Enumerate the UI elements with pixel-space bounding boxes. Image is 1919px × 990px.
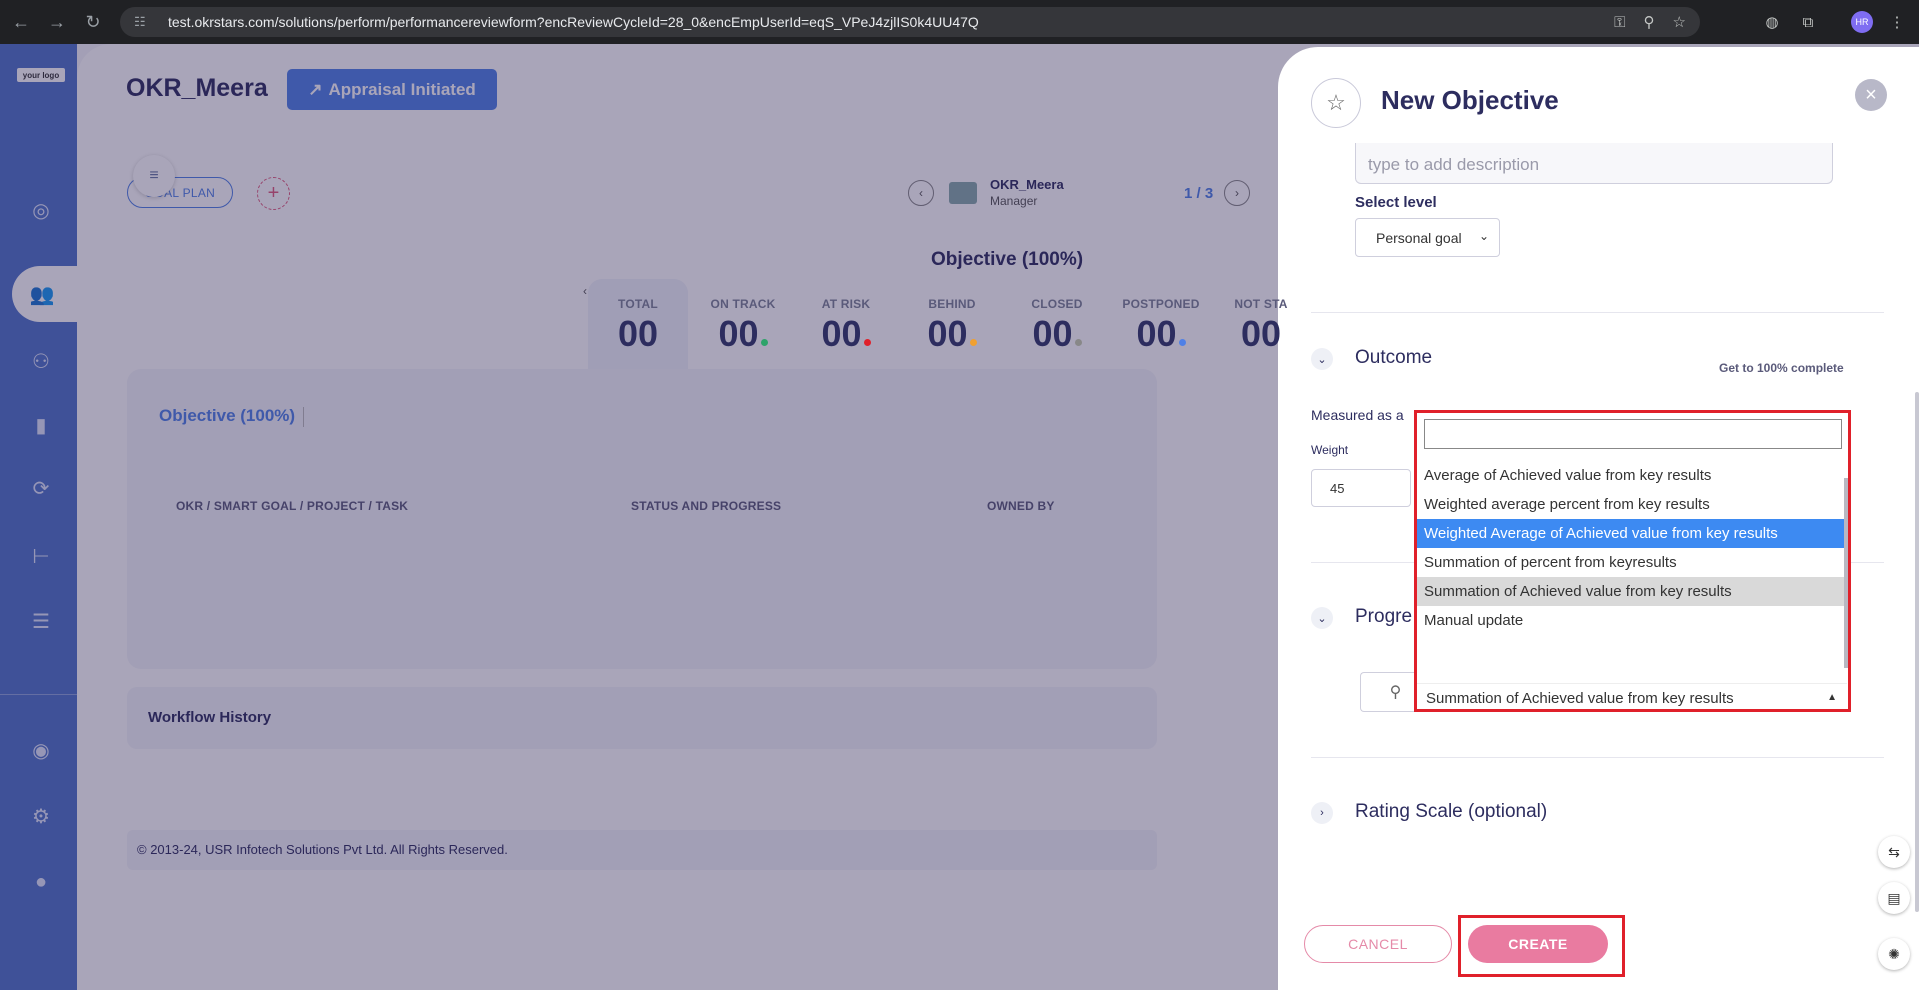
- stat-label: POSTPONED: [1122, 297, 1200, 311]
- stat-label: CLOSED: [1031, 297, 1083, 311]
- stat-label: ON TRACK: [710, 297, 776, 311]
- extension-icon[interactable]: ◍: [1759, 9, 1785, 35]
- progress-title: Progre: [1355, 606, 1413, 627]
- status-dot: [1074, 339, 1082, 346]
- back-icon[interactable]: ←: [6, 7, 36, 37]
- dropdown-search-input[interactable]: [1424, 419, 1842, 449]
- bookmark-star-icon[interactable]: ☆: [1673, 13, 1686, 31]
- stat-value: 00: [617, 313, 659, 354]
- dropdown-scrollbar[interactable]: [1844, 478, 1848, 668]
- chevron-down-icon: ⌄: [1478, 229, 1489, 243]
- dropdown-option[interactable]: Summation of percent from keyresults: [1417, 548, 1847, 577]
- translate-icon[interactable]: ⇆: [1878, 836, 1910, 868]
- forward-icon[interactable]: →: [42, 7, 72, 37]
- level-select[interactable]: Personal goal ⌄: [1355, 218, 1500, 257]
- chevron-down-icon[interactable]: ⌄: [1311, 348, 1333, 370]
- stat-at-risk[interactable]: AT RISK 00: [796, 297, 896, 355]
- reload-icon[interactable]: ↻: [78, 7, 108, 37]
- extensions-puzzle-icon[interactable]: ⧉: [1795, 9, 1821, 35]
- outcome-title: Outcome: [1355, 347, 1433, 368]
- measured-as-select[interactable]: Summation of Achieved value from key res…: [1417, 683, 1847, 713]
- password-key-icon[interactable]: ⚿: [1614, 14, 1625, 31]
- stat-behind[interactable]: BEHIND 00: [902, 297, 1002, 355]
- stat-label: AT RISK: [821, 297, 871, 311]
- panel-title: New Objective: [1381, 85, 1559, 115]
- status-dot: [969, 339, 977, 346]
- dropdown-option[interactable]: Manual update: [1417, 606, 1847, 635]
- status-dot: [760, 339, 768, 346]
- site-settings-icon[interactable]: ☷: [134, 14, 156, 30]
- stat-value: 00: [927, 313, 968, 354]
- outcome-note: Get to 100% complete: [1719, 361, 1844, 375]
- status-dot: [1178, 339, 1186, 346]
- stat-label: NOT STA: [1234, 297, 1288, 311]
- stat-postponed[interactable]: POSTPONED 00: [1111, 297, 1211, 355]
- stat-on-track[interactable]: ON TRACK 00: [693, 297, 793, 355]
- description-input[interactable]: type to add description: [1355, 143, 1833, 184]
- create-highlight: [1458, 915, 1625, 977]
- stat-label: BEHIND: [928, 297, 976, 311]
- browser-menu-icon[interactable]: ⋮: [1884, 9, 1910, 35]
- panel-scrollbar[interactable]: [1915, 392, 1919, 912]
- weight-label: Weight: [1311, 443, 1349, 457]
- reader-icon[interactable]: ▤: [1878, 882, 1910, 914]
- chevron-right-icon[interactable]: ›: [1311, 802, 1333, 824]
- stat-value: 00: [1136, 313, 1177, 354]
- stat-value: 00: [821, 313, 862, 354]
- status-dot: [863, 339, 871, 346]
- address-bar[interactable]: ☷ test.okrstars.com/solutions/perform/pe…: [120, 7, 1700, 37]
- measured-label: Measured as a: [1311, 407, 1404, 423]
- dropdown-option[interactable]: Weighted Average of Achieved value from …: [1417, 519, 1847, 548]
- cancel-button[interactable]: CANCEL: [1304, 925, 1452, 963]
- caret-up-icon: ▲: [1827, 692, 1837, 703]
- stat-total[interactable]: TOTAL 00: [588, 297, 688, 355]
- stat-not-sta[interactable]: NOT STA 00: [1211, 297, 1311, 355]
- dropdown-option[interactable]: Average of Achieved value from key resul…: [1417, 461, 1847, 490]
- weight-input[interactable]: 45: [1311, 469, 1411, 507]
- profile-avatar[interactable]: HR: [1849, 9, 1875, 35]
- dropdown-option[interactable]: Weighted average percent from key result…: [1417, 490, 1847, 519]
- dropdown-option[interactable]: Summation of Achieved value from key res…: [1417, 577, 1847, 606]
- close-icon[interactable]: ×: [1855, 79, 1887, 111]
- stat-value: 00: [1032, 313, 1073, 354]
- zoom-icon[interactable]: ⚲: [1644, 13, 1655, 31]
- stat-closed[interactable]: CLOSED 00: [1007, 297, 1107, 355]
- browser-toolbar: ← → ↻ ☷ test.okrstars.com/solutions/perf…: [0, 0, 1919, 44]
- rating-scale-title: Rating Scale (optional): [1355, 801, 1548, 822]
- stat-value: 00: [1240, 313, 1282, 354]
- stat-value: 00: [718, 313, 759, 354]
- chevron-down-icon[interactable]: ⌄: [1311, 607, 1333, 629]
- url-text: test.okrstars.com/solutions/perform/perf…: [168, 14, 979, 30]
- stat-label: TOTAL: [618, 297, 658, 311]
- level-label: Select level: [1355, 194, 1437, 211]
- objective-star-icon: ☆: [1311, 78, 1361, 128]
- ai-brain-icon[interactable]: ✺: [1878, 938, 1910, 970]
- measured-as-dropdown: Average of Achieved value from key resul…: [1414, 410, 1851, 712]
